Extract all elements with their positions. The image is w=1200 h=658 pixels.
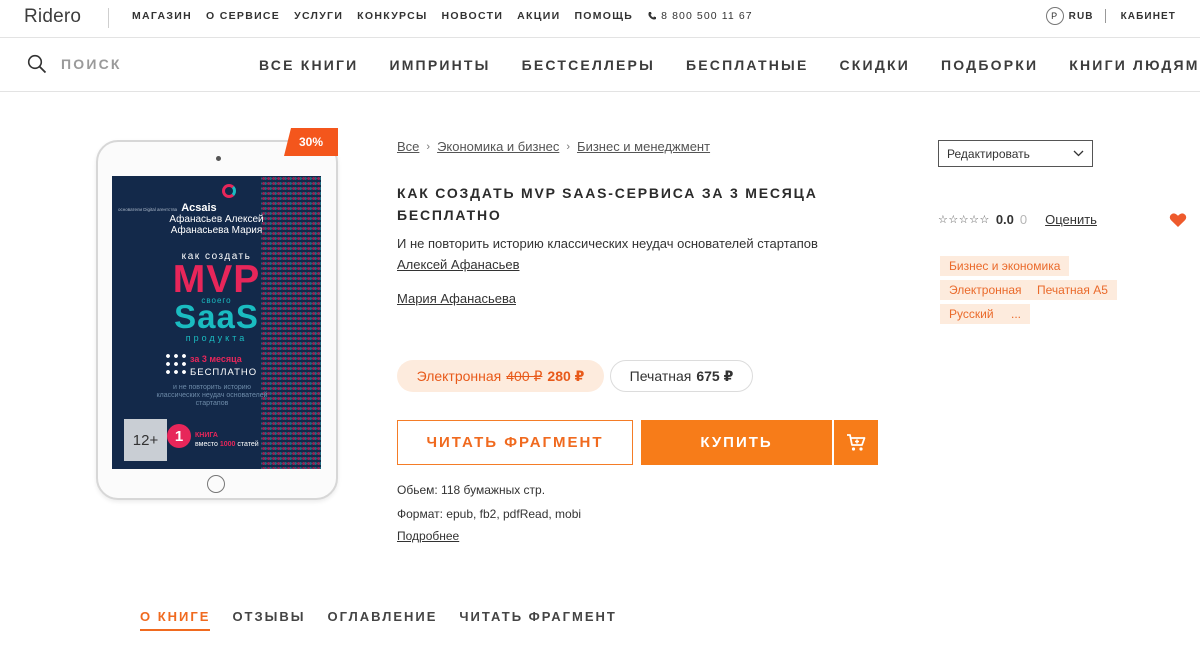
nav-promos[interactable]: АКЦИИ <box>517 10 560 22</box>
tag-item[interactable]: Электронная <box>940 280 1031 300</box>
category-nav: ВСЕ КНИГИ ИМПРИНТЫ БЕСТСЕЛЛЕРЫ БЕСПЛАТНЫ… <box>259 57 1200 73</box>
cover-free: БЕСПЛАТНО <box>190 367 258 378</box>
tag-item[interactable]: Русский <box>940 304 1003 324</box>
cabinet-link[interactable]: КАБИНЕТ <box>1121 11 1176 22</box>
author-link[interactable]: Алексей Афанасьев <box>397 257 519 272</box>
tab-reviews[interactable]: ОТЗЫВЫ <box>232 609 305 631</box>
cat-bestsellers[interactable]: БЕСТСЕЛЛЕРЫ <box>522 57 655 73</box>
currency-icon: P <box>1045 7 1064 25</box>
cover-dots-icon <box>164 352 188 378</box>
chevron-right-icon: › <box>426 140 431 153</box>
divider <box>108 8 109 28</box>
cover-saas: SaaS <box>174 298 259 335</box>
format-print-label: Печатная <box>629 368 692 384</box>
nav-news[interactable]: НОВОСТИ <box>442 10 504 22</box>
cover-one-post: статей <box>237 441 259 448</box>
format-print[interactable]: Печатная 675 ₽ <box>610 360 753 392</box>
cover-brand: основатели Digital агентства Acsais <box>118 202 217 214</box>
search-input[interactable]: ПОИСК <box>27 54 122 74</box>
search-placeholder: ПОИСК <box>61 56 122 72</box>
cat-imprints[interactable]: ИМПРИНТЫ <box>389 57 490 73</box>
phone-number: 8 800 500 11 67 <box>661 10 753 22</box>
book-formats: Формат: epub, fb2, pdfRead, mobi <box>397 507 582 521</box>
brand-logo-icon <box>222 184 236 198</box>
divider <box>1104 9 1106 23</box>
cover-authors: Афанасьев Алексей Афанасьева Мария <box>112 214 321 236</box>
book-title: КАК СОЗДАТЬ MVP SAAS-СЕРВИСА ЗА 3 МЕСЯЦА… <box>397 185 818 223</box>
cat-books-for-people[interactable]: КНИГИ ЛЮДЯМ <box>1069 57 1199 73</box>
breadcrumb-all[interactable]: Все <box>397 139 419 154</box>
tag-more[interactable]: ... <box>1002 304 1031 324</box>
cover-author-1: Афанасьев Алексей <box>169 214 264 225</box>
cover-brand-sub: основатели Digital агентства <box>118 207 178 212</box>
format-ebook[interactable]: Электронная 400 ₽ 280 ₽ <box>397 360 604 392</box>
book-volume: Обьем: 118 бумажных стр. <box>397 483 546 497</box>
cover-one-badge: 1 <box>167 424 191 448</box>
breadcrumb-economics[interactable]: Экономика и бизнес <box>437 139 559 154</box>
logo[interactable]: Ridero <box>24 6 81 28</box>
star-rating-icon: ☆☆☆☆☆ <box>938 214 990 226</box>
nav-shop[interactable]: МАГАЗИН <box>132 10 192 22</box>
breadcrumb-management[interactable]: Бизнес и менеджмент <box>577 139 710 154</box>
format-ebook-old-price: 400 ₽ <box>506 367 543 384</box>
main-nav: ПОИСК ВСЕ КНИГИ ИМПРИНТЫ БЕСТСЕЛЛЕРЫ БЕС… <box>0 38 1200 92</box>
more-link[interactable]: Подробнее <box>397 529 459 543</box>
cat-free[interactable]: БЕСПЛАТНЫЕ <box>686 57 809 73</box>
rating-count: 0 <box>1019 212 1028 227</box>
cover-one-line1: КНИГА <box>195 432 218 439</box>
phone-link[interactable]: 8 800 500 11 67 <box>647 10 753 22</box>
edit-dropdown[interactable]: Редактировать <box>938 140 1093 167</box>
top-nav: МАГАЗИН О СЕРВИСЕ УСЛУГИ КОНКУРСЫ НОВОСТ… <box>132 10 753 22</box>
rate-link[interactable]: Оценить <box>1045 212 1097 227</box>
book-subtitle: И не повторить историю классических неуд… <box>397 236 818 251</box>
tag-item[interactable]: Бизнес и экономика <box>940 256 1070 276</box>
add-to-cart-button[interactable] <box>834 420 878 465</box>
camera-dot <box>216 156 221 161</box>
author-link[interactable]: Мария Афанасьева <box>397 291 516 306</box>
tag-item[interactable]: Печатная A5 <box>1028 280 1117 300</box>
cover-one-pre: вместо <box>195 441 218 448</box>
age-rating-badge: 12+ <box>124 419 167 461</box>
chevron-right-icon: › <box>566 140 571 153</box>
currency-switch[interactable]: RUB <box>1069 11 1094 22</box>
search-icon <box>27 54 47 74</box>
buy-button[interactable]: КУПИТЬ <box>641 420 832 465</box>
cart-icon <box>847 433 866 451</box>
format-print-price: 675 ₽ <box>696 367 734 384</box>
cover-author-2: Афанасьева Мария <box>170 225 263 236</box>
tab-contents[interactable]: ОГЛАВЛЕНИЕ <box>327 609 437 631</box>
cover-one-text: КНИГА вместо 1000 статей <box>195 431 259 449</box>
read-fragment-button[interactable]: ЧИТАТЬ ФРАГМЕНТ <box>397 420 633 465</box>
top-bar: Ridero МАГАЗИН О СЕРВИСЕ УСЛУГИ КОНКУРСЫ… <box>0 0 1200 38</box>
heart-icon[interactable] <box>1169 212 1187 228</box>
edit-dropdown-value: Редактировать <box>947 146 1030 161</box>
breadcrumb: Все › Экономика и бизнес › Бизнес и мене… <box>397 139 710 154</box>
cover-product: продукта <box>185 333 248 343</box>
cover-subtitle: и не повторить историю классических неуд… <box>156 384 268 407</box>
chevron-down-icon <box>1073 150 1084 157</box>
top-right: P RUB КАБИНЕТ <box>1045 7 1176 25</box>
cat-collections[interactable]: ПОДБОРКИ <box>941 57 1038 73</box>
cover-months: за 3 месяца <box>190 354 242 364</box>
tab-about[interactable]: О КНИГЕ <box>140 609 211 631</box>
nav-help[interactable]: ПОМОЩЬ <box>574 10 633 22</box>
phone-icon <box>648 12 657 20</box>
tab-read-fragment[interactable]: ЧИТАТЬ ФРАГМЕНТ <box>459 609 616 631</box>
cover-brand-name: Acsais <box>181 202 217 214</box>
discount-badge: 30% <box>284 128 338 156</box>
cat-discounts[interactable]: СКИДКИ <box>840 57 911 73</box>
cover-one-num: 1000 <box>219 441 236 448</box>
rating-score: 0.0 <box>995 212 1014 227</box>
cat-all-books[interactable]: ВСЕ КНИГИ <box>259 57 358 73</box>
nav-about[interactable]: О СЕРВИСЕ <box>206 10 280 22</box>
nav-services[interactable]: УСЛУГИ <box>294 10 343 22</box>
book-tabs: О КНИГЕ ОТЗЫВЫ ОГЛАВЛЕНИЕ ЧИТАТЬ ФРАГМЕН… <box>140 609 617 631</box>
rating: ☆☆☆☆☆ 0.0 0 Оценить <box>938 212 1097 227</box>
format-ebook-price: 280 ₽ <box>547 367 585 384</box>
format-ebook-label: Электронная <box>416 368 502 384</box>
home-button-icon <box>207 475 225 493</box>
nav-contests[interactable]: КОНКУРСЫ <box>357 10 427 22</box>
